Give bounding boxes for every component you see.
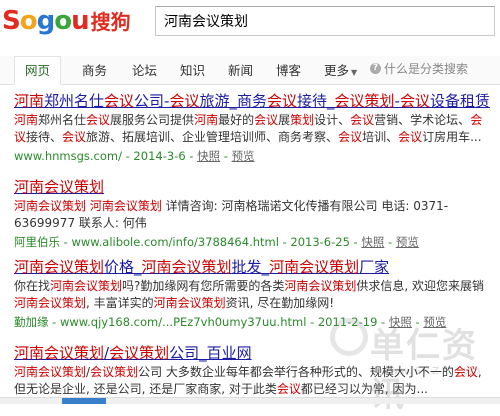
logo-letter: g <box>36 6 56 36</box>
category-help-link[interactable]: ? 什么是分类搜索 <box>369 60 468 77</box>
question-icon: ? <box>369 63 381 74</box>
result-snippet: 你在找河南会议策划吗?勤加缘网有您所需要的各类河南会议策划供求信息, 欢迎您来展… <box>14 279 485 310</box>
logo-letter: S <box>2 6 21 36</box>
snapshot-link[interactable]: 快照 <box>389 315 412 329</box>
result-url: 阿里伯乐 - www.alibole.com/info/3788464.html… <box>14 235 419 249</box>
header: So g o u 搜狗 <box>0 0 500 52</box>
logo-suffix: 搜狗 <box>90 10 131 34</box>
result-snippet: 河南会议策划/会议策划公司 大多数企业每年都会举行各种形式的、规模大小不一的会议… <box>14 365 482 396</box>
tab-blog[interactable]: 博客 <box>276 60 301 79</box>
result-title[interactable]: 河南会议策划/会议策划公司_百业网 <box>14 344 494 362</box>
result-url-text: 勤加缘 - www.qjy168.com/...PEz7vh0umy37uu.h… <box>14 315 389 329</box>
category-tabs: 网页 商务 论坛 知识 新闻 博客 更多 ▼ ? 什么是分类搜索 <box>0 56 500 85</box>
preview-link[interactable]: 预览 <box>232 149 255 163</box>
tab-web[interactable]: 网页 <box>14 56 62 85</box>
tab-news[interactable]: 新闻 <box>228 60 253 79</box>
result-item-3: 河南会议策划价格_河南会议策划批发_河南会议策划厂家 你在找河南会议策划吗?勤加… <box>14 258 494 330</box>
chevron-down-icon: ▼ <box>351 68 358 77</box>
result-title[interactable]: 河南会议策划 <box>14 178 494 196</box>
tab-more-label: 更多 <box>324 63 350 78</box>
result-snippet: 河南会议策划 河南会议策划 详情咨询: 河南格瑞诺文化传播有限公司 电话: 03… <box>14 199 449 230</box>
logo-letter: o <box>19 6 38 36</box>
result-item-1: 河南郑州名仕会议公司-会议旅游_商务会议接待_会议策划-会议设备租赁 河南郑州名… <box>14 92 494 164</box>
preview-link[interactable]: 预览 <box>423 315 446 329</box>
tab-forum[interactable]: 论坛 <box>132 60 157 79</box>
snapshot-link[interactable]: 快照 <box>361 235 384 249</box>
search-box[interactable] <box>155 6 495 36</box>
tab-business[interactable]: 商务 <box>82 60 107 79</box>
logo-letter: u <box>71 6 89 36</box>
tab-more[interactable]: 更多 ▼ <box>324 60 357 79</box>
result-snippet: 河南郑州名仕会议展服务公司提供河南最好的会议展策划设计、会议营销、学术论坛、会议… <box>14 113 483 144</box>
result-item-4: 河南会议策划/会议策划公司_百业网 河南会议策划/会议策划公司 大多数企业每年都… <box>14 344 494 398</box>
result-title[interactable]: 河南会议策划价格_河南会议策划批发_河南会议策划厂家 <box>14 258 494 276</box>
result-item-2: 河南会议策划 河南会议策划 河南会议策划 详情咨询: 河南格瑞诺文化传播有限公司… <box>14 178 494 250</box>
result-url: www.hnmsgs.com/ - 2014-3-6 - 快照 - 预览 <box>14 149 255 163</box>
result-url-text: www.hnmsgs.com/ - 2014-3-6 - <box>14 149 198 163</box>
search-input[interactable] <box>156 7 492 35</box>
logo-letter: o <box>54 6 72 36</box>
result-url-text: 阿里伯乐 - www.alibole.com/info/3788464.html… <box>14 235 362 249</box>
tab-knowledge[interactable]: 知识 <box>180 60 205 79</box>
sogou-logo[interactable]: So g o u 搜狗 <box>2 6 131 36</box>
category-help-label: 什么是分类搜索 <box>383 62 468 76</box>
preview-link[interactable]: 预览 <box>396 235 419 249</box>
result-url: 勤加缘 - www.qjy168.com/...PEz7vh0umy37uu.h… <box>14 315 447 329</box>
result-title[interactable]: 河南郑州名仕会议公司-会议旅游_商务会议接待_会议策划-会议设备租赁 <box>14 92 494 110</box>
bottom-badge <box>62 398 106 404</box>
snapshot-link[interactable]: 快照 <box>197 149 220 163</box>
